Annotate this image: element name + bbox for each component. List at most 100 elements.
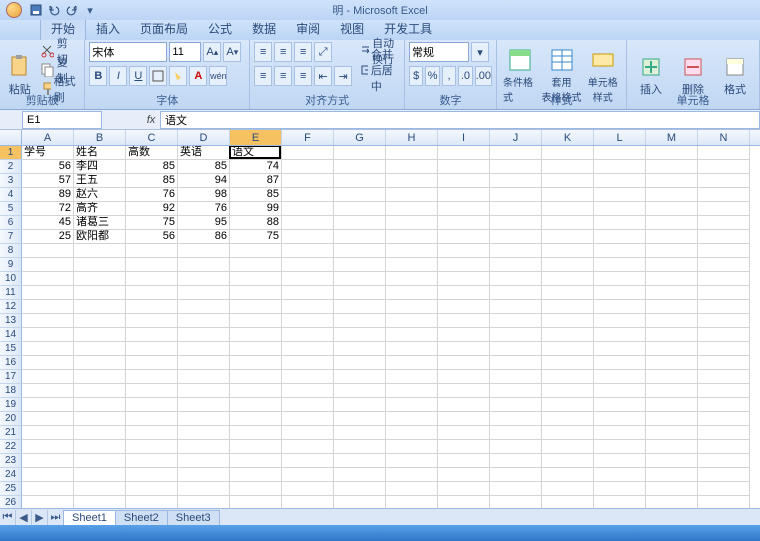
number-format-dropdown[interactable]: ▾ <box>471 42 489 62</box>
cell[interactable] <box>178 314 230 328</box>
column-header-A[interactable]: A <box>22 130 74 145</box>
cell[interactable]: 89 <box>22 188 74 202</box>
cell[interactable] <box>490 258 542 272</box>
cell[interactable] <box>698 300 750 314</box>
qat-more-icon[interactable]: ▾ <box>82 2 98 18</box>
cell[interactable] <box>698 146 750 160</box>
cell[interactable] <box>126 398 178 412</box>
cell[interactable] <box>646 300 698 314</box>
cell[interactable] <box>334 202 386 216</box>
row-header[interactable]: 24 <box>0 468 22 482</box>
cell[interactable] <box>74 286 126 300</box>
cell[interactable] <box>386 286 438 300</box>
cell[interactable] <box>230 426 282 440</box>
cell[interactable] <box>698 440 750 454</box>
cell[interactable] <box>282 300 334 314</box>
cell[interactable] <box>438 174 490 188</box>
cell[interactable] <box>646 496 698 508</box>
cell[interactable] <box>126 412 178 426</box>
cell[interactable] <box>490 412 542 426</box>
cell[interactable] <box>646 356 698 370</box>
cell[interactable] <box>594 426 646 440</box>
cell[interactable] <box>438 216 490 230</box>
cell[interactable] <box>126 286 178 300</box>
cell[interactable] <box>698 468 750 482</box>
cell[interactable]: 85 <box>230 188 282 202</box>
cell[interactable] <box>74 398 126 412</box>
cell[interactable] <box>542 244 594 258</box>
cell[interactable] <box>22 384 74 398</box>
cell[interactable] <box>438 370 490 384</box>
undo-icon[interactable] <box>46 2 62 18</box>
cell[interactable] <box>490 356 542 370</box>
cell[interactable] <box>646 174 698 188</box>
cell[interactable] <box>438 356 490 370</box>
cell[interactable] <box>542 216 594 230</box>
cell[interactable] <box>490 174 542 188</box>
cell[interactable]: 学号 <box>22 146 74 160</box>
column-header-G[interactable]: G <box>334 130 386 145</box>
cell[interactable] <box>386 496 438 508</box>
cell[interactable] <box>74 258 126 272</box>
cell[interactable] <box>178 440 230 454</box>
cell[interactable] <box>594 216 646 230</box>
tab-review[interactable]: 审阅 <box>286 17 330 40</box>
cell[interactable] <box>178 342 230 356</box>
cell[interactable] <box>126 468 178 482</box>
cell[interactable] <box>22 412 74 426</box>
cell[interactable] <box>594 342 646 356</box>
row-header[interactable]: 5 <box>0 202 22 216</box>
cell[interactable] <box>386 398 438 412</box>
cell[interactable] <box>282 258 334 272</box>
cell[interactable]: 李四 <box>74 160 126 174</box>
cell[interactable] <box>490 496 542 508</box>
cell[interactable] <box>698 454 750 468</box>
cell[interactable] <box>490 314 542 328</box>
cell[interactable] <box>22 398 74 412</box>
sheet-tab-3[interactable]: Sheet3 <box>167 510 220 525</box>
underline-button[interactable]: U <box>129 66 147 86</box>
cell[interactable]: 76 <box>178 202 230 216</box>
grow-font-button[interactable]: A▴ <box>203 42 221 62</box>
cell[interactable] <box>646 202 698 216</box>
column-header-J[interactable]: J <box>490 130 542 145</box>
cell[interactable] <box>74 272 126 286</box>
inc-decimal-button[interactable]: .0 <box>458 66 472 86</box>
cell[interactable] <box>386 454 438 468</box>
cell[interactable] <box>490 370 542 384</box>
cell[interactable] <box>386 440 438 454</box>
cell[interactable] <box>490 216 542 230</box>
cell[interactable] <box>282 202 334 216</box>
column-header-E[interactable]: E <box>230 130 282 145</box>
cell[interactable] <box>334 356 386 370</box>
cell[interactable] <box>542 398 594 412</box>
cell[interactable] <box>698 216 750 230</box>
cell[interactable] <box>542 188 594 202</box>
cell[interactable] <box>282 328 334 342</box>
cell[interactable] <box>282 440 334 454</box>
cell[interactable] <box>646 370 698 384</box>
cell[interactable] <box>594 468 646 482</box>
cell[interactable] <box>490 328 542 342</box>
cell[interactable] <box>282 384 334 398</box>
cell[interactable] <box>334 384 386 398</box>
cell[interactable] <box>230 300 282 314</box>
number-format-select[interactable] <box>409 42 469 62</box>
cell[interactable] <box>542 412 594 426</box>
cell[interactable] <box>438 482 490 496</box>
cell[interactable] <box>646 146 698 160</box>
cell[interactable] <box>126 482 178 496</box>
column-header-B[interactable]: B <box>74 130 126 145</box>
percent-button[interactable]: % <box>425 66 439 86</box>
cell[interactable] <box>542 272 594 286</box>
cell[interactable] <box>542 384 594 398</box>
cell[interactable] <box>126 314 178 328</box>
cell[interactable] <box>542 202 594 216</box>
cell[interactable] <box>542 146 594 160</box>
cell[interactable] <box>334 188 386 202</box>
cell[interactable] <box>438 440 490 454</box>
cell[interactable] <box>178 272 230 286</box>
cell[interactable] <box>490 426 542 440</box>
formula-input[interactable] <box>160 111 760 129</box>
cell[interactable] <box>698 370 750 384</box>
